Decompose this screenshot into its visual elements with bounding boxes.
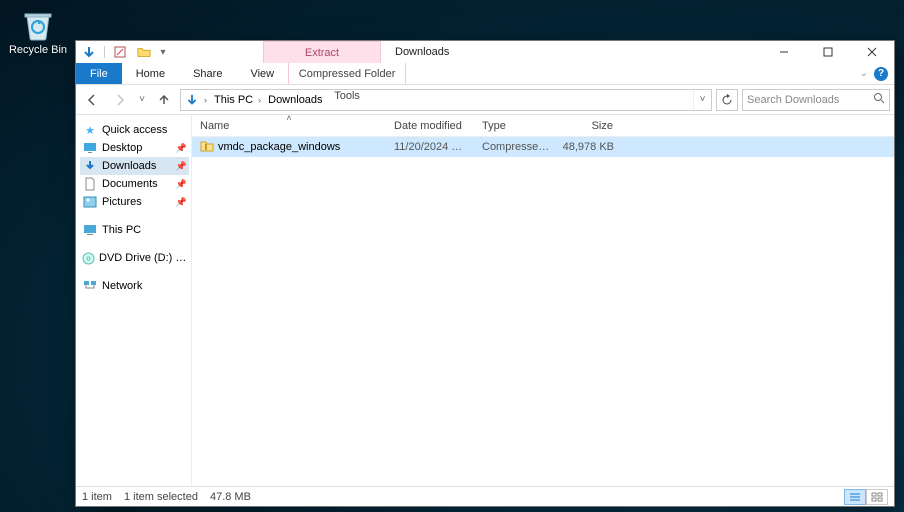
file-date: 11/20/2024 4:46 AM (386, 141, 474, 153)
ribbon-context-heading: Extract (263, 41, 381, 63)
address-dropdown-button[interactable]: ˅ (693, 90, 711, 110)
help-icon[interactable]: ? (874, 67, 888, 81)
table-row[interactable]: vmdc_package_windows 11/20/2024 4:46 AM … (192, 137, 894, 157)
tab-view[interactable]: View (236, 63, 288, 84)
qat: ▾ (76, 41, 171, 63)
minimize-button[interactable] (762, 41, 806, 63)
tab-share[interactable]: Share (179, 63, 236, 84)
network-icon (82, 280, 98, 292)
nav-label: Quick access (102, 124, 167, 136)
nav-up-button[interactable] (152, 88, 176, 112)
file-rows: vmdc_package_windows 11/20/2024 4:46 AM … (192, 137, 894, 486)
column-header-size[interactable]: Size (562, 115, 622, 136)
close-button[interactable] (850, 41, 894, 63)
computer-icon (82, 224, 98, 236)
address-root-icon (181, 93, 201, 107)
desktop-recycle-bin[interactable]: Recycle Bin (8, 4, 68, 56)
refresh-button[interactable] (716, 89, 738, 111)
tab-compressed-folder-tools[interactable]: Compressed Folder Tools (288, 63, 406, 84)
pin-icon: 📌 (176, 197, 187, 208)
status-selection-count: 1 item selected (124, 491, 198, 503)
nav-this-pc[interactable]: This PC (80, 221, 189, 239)
star-icon: ★ (82, 124, 98, 137)
nav-pictures[interactable]: Pictures 📌 (80, 193, 189, 211)
view-details-button[interactable] (844, 489, 866, 505)
tab-file[interactable]: File (76, 63, 122, 84)
file-size: 48,978 KB (562, 141, 622, 153)
properties-icon[interactable] (109, 41, 131, 63)
nav-label: Documents (102, 178, 158, 190)
view-mode-toggle (844, 489, 888, 505)
breadcrumb-downloads[interactable]: Downloads (264, 94, 324, 106)
nav-recent-dropdown[interactable]: ˅ (136, 88, 148, 112)
chevron-right-icon[interactable]: › (201, 95, 210, 105)
file-list: ˄ Name Date modified Type Size vmdc_pack… (192, 115, 894, 486)
view-large-icons-button[interactable] (866, 489, 888, 505)
nav-label: Pictures (102, 196, 142, 208)
address-bar[interactable]: › This PC › Downloads ˅ (180, 89, 712, 111)
pictures-icon (82, 196, 98, 208)
recycle-bin-label: Recycle Bin (9, 44, 67, 56)
column-headers: ˄ Name Date modified Type Size (192, 115, 894, 137)
download-icon (82, 160, 98, 172)
nav-back-button[interactable] (80, 88, 104, 112)
status-bar: 1 item 1 item selected 47.8 MB (76, 486, 894, 506)
file-explorer-window: ▾ Extract Downloads File Home Share View… (75, 40, 895, 507)
nav-forward-button[interactable] (108, 88, 132, 112)
nav-label: DVD Drive (D:) SSS_X64 (99, 252, 187, 264)
file-type: Compressed (zipp... (474, 141, 562, 153)
search-input[interactable]: Search Downloads (742, 89, 890, 111)
nav-documents[interactable]: Documents 📌 (80, 175, 189, 193)
window-title: Downloads (381, 41, 449, 63)
search-icon (873, 92, 885, 107)
qat-customize-icon[interactable]: ▾ (157, 41, 169, 63)
nav-label: Desktop (102, 142, 142, 154)
zip-file-icon (200, 139, 214, 156)
nav-label: This PC (102, 224, 141, 236)
disc-icon (82, 252, 95, 265)
search-placeholder: Search Downloads (747, 94, 839, 106)
separator (104, 46, 105, 58)
nav-downloads[interactable]: Downloads 📌 (80, 157, 189, 175)
sort-indicator-icon: ˄ (286, 113, 291, 123)
document-icon (82, 177, 98, 191)
tab-home[interactable]: Home (122, 63, 179, 84)
column-header-type[interactable]: Type (474, 115, 562, 136)
desktop-icon (82, 142, 98, 154)
titlebar: ▾ Extract Downloads (76, 41, 894, 63)
down-arrow-icon[interactable] (78, 41, 100, 63)
ribbon-expand-icon[interactable]: ⌄ (860, 68, 868, 79)
nav-desktop[interactable]: Desktop 📌 (80, 139, 189, 157)
status-item-count: 1 item (82, 491, 112, 503)
ribbon-tabs: File Home Share View Compressed Folder T… (76, 63, 894, 85)
pin-icon: 📌 (176, 161, 187, 172)
new-folder-icon[interactable] (133, 41, 155, 63)
navigation-pane: ★ Quick access Desktop 📌 Downloads 📌 Doc… (76, 115, 192, 486)
address-bar-row: ˅ › This PC › Downloads ˅ Search Downloa… (76, 85, 894, 115)
breadcrumb-this-pc[interactable]: This PC (210, 94, 255, 106)
maximize-button[interactable] (806, 41, 850, 63)
pin-icon: 📌 (176, 179, 187, 190)
pin-icon: 📌 (176, 143, 187, 154)
chevron-right-icon[interactable]: › (255, 95, 264, 105)
nav-network[interactable]: Network (80, 277, 189, 295)
nav-label: Downloads (102, 160, 156, 172)
recycle-bin-icon (19, 4, 57, 42)
nav-quick-access[interactable]: ★ Quick access (80, 121, 189, 139)
column-header-date[interactable]: Date modified (386, 115, 474, 136)
status-selection-size: 47.8 MB (210, 491, 251, 503)
nav-label: Network (102, 280, 142, 292)
window-controls (762, 41, 894, 63)
nav-dvd-drive[interactable]: DVD Drive (D:) SSS_X64 (80, 249, 189, 267)
file-name: vmdc_package_windows (218, 141, 340, 153)
